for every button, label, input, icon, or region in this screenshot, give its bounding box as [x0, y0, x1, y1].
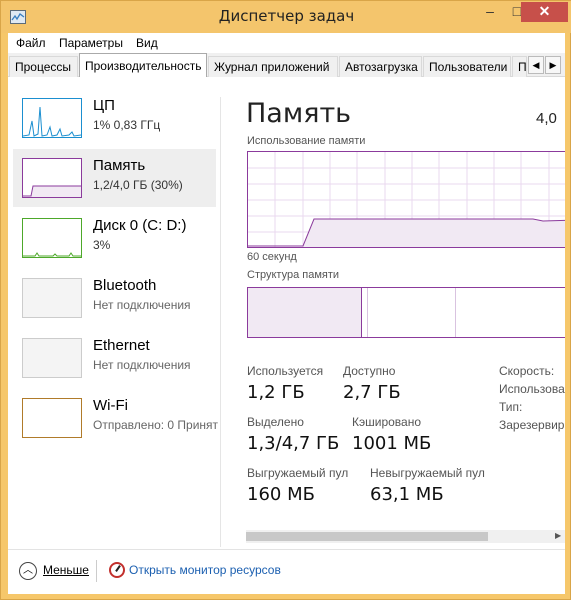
committed-value: 1,3/4,7 ГБ	[247, 433, 340, 454]
sidebar-item-label: Ethernet	[93, 337, 150, 354]
sidebar-item-detail: 3%	[93, 238, 111, 252]
composition-in-use	[248, 288, 362, 337]
paged-pool-value: 160 МБ	[247, 484, 315, 505]
sidebar-item-memory[interactable]: Память 1,2/4,0 ГБ (30%)	[13, 149, 216, 207]
in-use-value: 1,2 ГБ	[247, 382, 305, 403]
memory-composition-bar	[247, 287, 565, 338]
cpu-thumbnail	[22, 98, 82, 138]
sidebar-item-detail: Отправлено: 0 Принят	[93, 418, 219, 432]
bluetooth-thumbnail	[22, 278, 82, 318]
tab-strip: Процессы Производительность Журнал прило…	[8, 53, 565, 78]
available-value: 2,7 ГБ	[343, 382, 401, 403]
sidebar-item-ethernet[interactable]: Ethernet Нет подключения	[13, 329, 216, 387]
committed-label: Выделено	[247, 415, 304, 429]
memory-usage-plot	[248, 152, 565, 247]
sidebar-item-cpu[interactable]: ЦП 1% 0,83 ГГц	[13, 89, 216, 147]
sidebar-item-label: ЦП	[93, 97, 115, 114]
ethernet-thumbnail	[22, 338, 82, 378]
sidebar-item-label: Wi-Fi	[93, 397, 128, 414]
wifi-thumbnail	[22, 398, 82, 438]
memory-total: 4,0	[536, 110, 557, 127]
available-label: Доступно	[343, 364, 396, 378]
resource-monitor-icon[interactable]	[109, 562, 125, 578]
cached-value: 1001 МБ	[352, 433, 432, 454]
speed-label: Скорость:	[499, 364, 555, 378]
sidebar-item-detail: 1,2/4,0 ГБ (30%)	[93, 178, 183, 192]
page-title: Память	[246, 98, 352, 129]
sidebar-item-detail: Нет подключения	[93, 298, 191, 312]
cached-label: Кэшировано	[352, 415, 422, 429]
menu-options[interactable]: Параметры	[59, 36, 123, 50]
open-resource-monitor-link[interactable]: Открыть монитор ресурсов	[129, 563, 281, 577]
tab-performance[interactable]: Производительность	[79, 53, 207, 78]
tab-scroll-right-icon[interactable]: ▶	[545, 56, 561, 74]
memory-thumbnail	[22, 158, 82, 198]
scroll-right-icon[interactable]: ▶	[555, 531, 561, 540]
menu-bar: Файл Параметры Вид	[8, 33, 565, 53]
tab-processes[interactable]: Процессы	[9, 56, 78, 77]
graph-time-label: 60 секунд	[247, 251, 297, 263]
sidebar-item-detail: Нет подключения	[93, 358, 191, 372]
fewer-details-button[interactable]: Меньше	[43, 563, 89, 577]
close-button[interactable]: ✕	[521, 2, 568, 22]
footer: ︿ Меньше Открыть монитор ресурсов	[8, 549, 565, 594]
memory-usage-label: Использование памяти	[247, 135, 366, 147]
sidebar-item-label: Диск 0 (C: D:)	[93, 217, 187, 234]
menu-view[interactable]: Вид	[136, 36, 158, 50]
scrollbar-thumb[interactable]	[246, 532, 488, 541]
menu-file[interactable]: Файл	[16, 36, 46, 50]
composition-separator	[455, 288, 456, 337]
tab-scroll-left-icon[interactable]: ◀	[528, 56, 544, 74]
footer-separator	[96, 560, 97, 582]
composition-separator	[367, 288, 368, 337]
sidebar-item-label: Память	[93, 157, 146, 174]
paged-pool-label: Выгружаемый пул	[247, 466, 349, 480]
minimize-button[interactable]: –	[477, 2, 503, 22]
tab-details[interactable]: П	[512, 56, 527, 77]
tab-startup[interactable]: Автозагрузка	[339, 56, 422, 77]
memory-usage-graph	[247, 151, 565, 248]
tab-app-history[interactable]: Журнал приложений	[208, 56, 338, 77]
sidebar-item-disk[interactable]: Диск 0 (C: D:) 3%	[13, 209, 216, 267]
slots-used-label: Использова	[499, 382, 565, 396]
nonpaged-pool-value: 63,1 МБ	[370, 484, 444, 505]
sidebar-item-detail: 1% 0,83 ГГц	[93, 118, 161, 132]
sidebar-item-bluetooth[interactable]: Bluetooth Нет подключения	[13, 269, 216, 327]
sidebar-item-label: Bluetooth	[93, 277, 157, 294]
sidebar-divider[interactable]	[220, 97, 221, 547]
tab-users[interactable]: Пользователи	[423, 56, 511, 77]
title-bar[interactable]: Диспетчер задач – □ ✕	[1, 1, 571, 33]
memory-composition-label: Структура памяти	[247, 269, 340, 281]
in-use-label: Используется	[247, 364, 324, 378]
task-manager-window: Диспетчер задач – □ ✕ Файл Параметры Вид…	[0, 0, 571, 600]
reserved-label: Зарезервир	[499, 418, 565, 432]
horizontal-scrollbar[interactable]: ▶	[246, 530, 565, 543]
sidebar-item-wifi[interactable]: Wi-Fi Отправлено: 0 Принят	[13, 389, 219, 447]
disk-thumbnail	[22, 218, 82, 258]
performance-panel: ЦП 1% 0,83 ГГц Память 1,2/4,0 ГБ (30%) Д…	[8, 77, 565, 549]
form-factor-label: Тип:	[499, 400, 523, 414]
nonpaged-pool-label: Невыгружаемый пул	[370, 466, 485, 480]
chevron-up-icon[interactable]: ︿	[19, 562, 37, 580]
